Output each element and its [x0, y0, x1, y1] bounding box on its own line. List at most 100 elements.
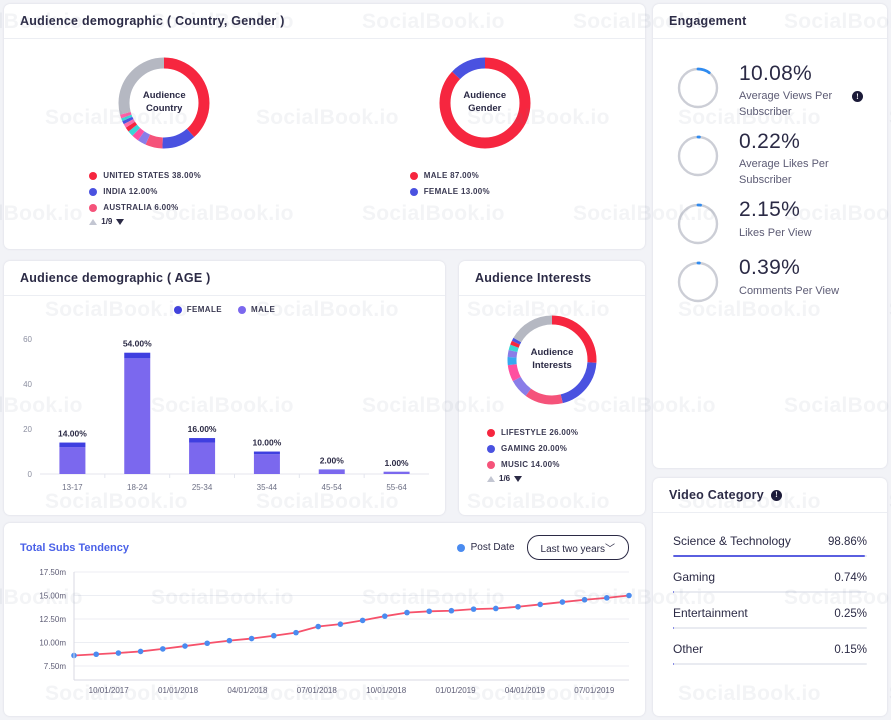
- country-donut-block: Audience Country UNITED STATES 38.00% IND…: [4, 53, 325, 226]
- gender-donut-chart[interactable]: Audience Gender: [435, 53, 535, 153]
- engagement-progress-ring: [675, 259, 721, 305]
- legend-item-female[interactable]: FEMALE: [174, 305, 222, 314]
- line-data-point[interactable]: [249, 636, 255, 642]
- bar-segment-female[interactable]: [124, 353, 150, 359]
- line-data-point[interactable]: [582, 597, 588, 603]
- legend-item[interactable]: GAMING 20.00%: [487, 444, 617, 453]
- interests-donut-center-label: Audience Interests: [502, 310, 602, 410]
- country-donut-center-label: Audience Country: [114, 53, 214, 153]
- line-data-point[interactable]: [382, 613, 388, 619]
- legend-item[interactable]: MALE 87.00%: [410, 171, 560, 180]
- info-icon[interactable]: !: [852, 91, 863, 102]
- line-data-point[interactable]: [293, 630, 299, 636]
- video-category-name: Science & Technology: [673, 534, 791, 548]
- line-data-point[interactable]: [604, 595, 610, 601]
- line-data-point[interactable]: [471, 606, 477, 612]
- bar-segment-male[interactable]: [124, 358, 150, 474]
- line-data-point[interactable]: [360, 618, 366, 624]
- line-data-point[interactable]: [537, 602, 543, 608]
- line-data-point[interactable]: [204, 640, 210, 646]
- line-data-point[interactable]: [116, 650, 122, 656]
- bar-segment-male[interactable]: [384, 472, 410, 474]
- video-category-item[interactable]: Gaming0.74%: [653, 561, 887, 593]
- engagement-progress-ring: [675, 65, 721, 111]
- interests-legend-pager[interactable]: 1/6: [487, 474, 617, 483]
- x-axis-tick-label: 07/01/2018: [297, 686, 338, 695]
- card-header: Audience Interests: [459, 261, 645, 296]
- x-axis-tick-label: 04/01/2018: [227, 686, 268, 695]
- pager-down-icon[interactable]: [116, 219, 124, 225]
- line-data-point[interactable]: [493, 606, 499, 612]
- legend-item[interactable]: AUSTRALIA 6.00%: [89, 203, 239, 212]
- video-category-list: Science & Technology98.86% Gaming0.74% Ent…: [653, 513, 887, 665]
- engagement-metric-label: Average Views Per Subscriber: [739, 89, 851, 121]
- video-category-name: Entertainment: [673, 606, 748, 620]
- legend-label: GAMING 20.00%: [501, 444, 567, 453]
- legend-dot-female: [174, 306, 182, 314]
- line-data-point[interactable]: [138, 649, 144, 655]
- legend-item[interactable]: FEMALE 13.00%: [410, 187, 560, 196]
- bar-segment-female[interactable]: [59, 443, 85, 447]
- line-data-point[interactable]: [560, 599, 566, 605]
- video-category-progress-fill: [673, 627, 674, 629]
- legend-item[interactable]: INDIA 12.00%: [89, 187, 239, 196]
- bar-segment-male[interactable]: [189, 443, 215, 474]
- legend-item[interactable]: LIFESTYLE 26.00%: [487, 428, 617, 437]
- line-data-point[interactable]: [426, 608, 432, 614]
- line-data-point[interactable]: [404, 610, 410, 616]
- engagement-progress-ring: [675, 133, 721, 179]
- age-bar-chart[interactable]: 020406014.00%13-1754.00%18-2416.00%25-34…: [4, 314, 445, 509]
- video-category-item[interactable]: Science & Technology98.86%: [653, 525, 887, 557]
- line-data-point[interactable]: [271, 633, 277, 639]
- line-data-point[interactable]: [315, 624, 321, 630]
- video-category-progress-fill: [673, 663, 674, 665]
- interests-donut-chart[interactable]: Audience Interests: [502, 310, 602, 410]
- line-data-point[interactable]: [338, 621, 344, 627]
- legend-label-post-date: Post Date: [471, 542, 515, 553]
- page-title: Audience demographic ( Country, Gender ): [20, 14, 285, 28]
- date-range-select[interactable]: Last two years﹀: [527, 535, 629, 560]
- pager-up-icon[interactable]: [487, 476, 495, 482]
- card-header: Engagement: [653, 4, 887, 39]
- video-category-item[interactable]: Other0.15%: [653, 633, 887, 665]
- line-data-point[interactable]: [93, 651, 99, 657]
- country-donut-chart[interactable]: Audience Country: [114, 53, 214, 153]
- legend-item-male[interactable]: MALE: [238, 305, 275, 314]
- legend-label-female: FEMALE: [187, 305, 222, 314]
- engagement-metric-row: 0.22%Average Likes Per Subscriber: [653, 129, 887, 189]
- engagement-metric-text: 10.08%Average Views Per Subscriber!: [739, 61, 865, 121]
- line-data-point[interactable]: [227, 638, 233, 644]
- legend-item[interactable]: MUSIC 14.00%: [487, 460, 617, 469]
- legend-item[interactable]: UNITED STATES 38.00%: [89, 171, 239, 180]
- country-legend-pager[interactable]: 1/9: [89, 217, 239, 226]
- info-icon[interactable]: !: [771, 490, 782, 501]
- bar-segment-female[interactable]: [254, 452, 280, 455]
- donut-center-line1: Audience: [143, 90, 186, 103]
- engagement-metric-row: 0.39%Comments Per View: [653, 255, 887, 305]
- bar-segment-male[interactable]: [319, 470, 345, 474]
- line-data-point[interactable]: [449, 608, 455, 614]
- engagement-metric-row: 2.15%Likes Per View: [653, 197, 887, 247]
- x-axis-tick-label: 07/01/2019: [574, 686, 615, 695]
- bar-segment-female[interactable]: [189, 438, 215, 442]
- engagement-metric-value: 2.15%: [739, 197, 865, 223]
- video-category-line: Other0.15%: [673, 633, 867, 663]
- legend-dot: [89, 204, 97, 212]
- line-data-point[interactable]: [182, 643, 188, 649]
- x-axis-tick-label: 13-17: [62, 483, 83, 492]
- line-data-point[interactable]: [515, 604, 521, 610]
- bar-value-label: 2.00%: [320, 456, 345, 466]
- video-category-progress-track: [673, 663, 867, 665]
- pager-down-icon[interactable]: [514, 476, 522, 482]
- x-axis-tick-label: 18-24: [127, 483, 148, 492]
- video-category-line: Gaming0.74%: [673, 561, 867, 591]
- video-category-item[interactable]: Entertainment0.25%: [653, 597, 887, 629]
- line-data-point[interactable]: [160, 646, 166, 652]
- video-category-progress-fill: [673, 555, 865, 557]
- pager-up-icon[interactable]: [89, 219, 97, 225]
- subs-line-chart[interactable]: 7.50m10.00m12.50m15.00m17.50m10/01/20170…: [4, 560, 645, 710]
- legend-dot: [410, 188, 418, 196]
- bar-segment-male[interactable]: [254, 454, 280, 474]
- line-data-point[interactable]: [626, 593, 632, 599]
- bar-segment-male[interactable]: [59, 447, 85, 474]
